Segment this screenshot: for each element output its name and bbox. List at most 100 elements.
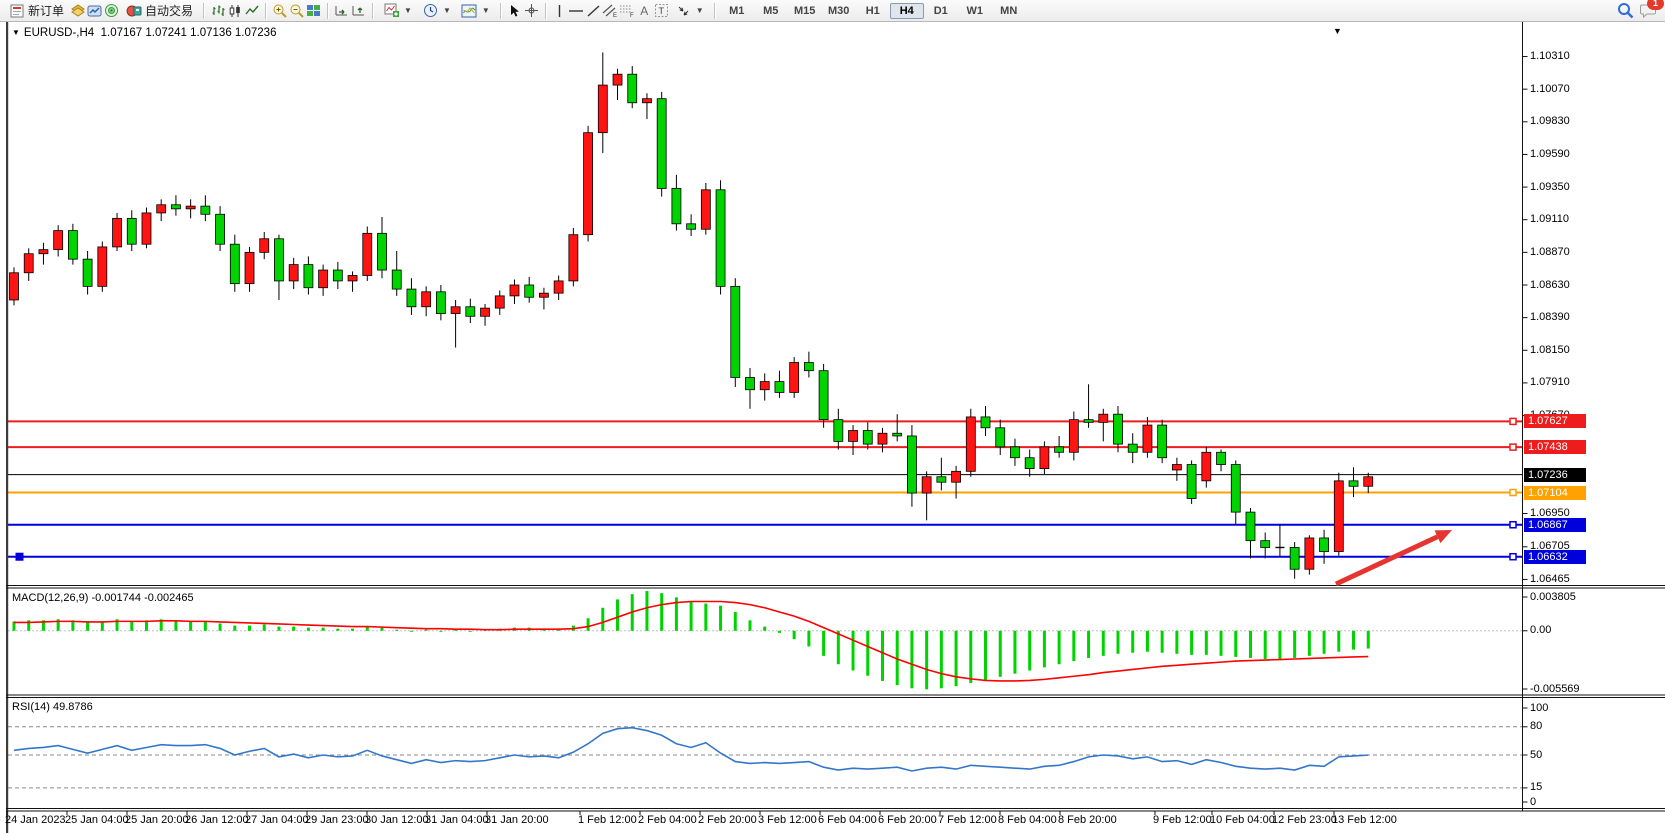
hline-handle[interactable] (1510, 418, 1516, 424)
candle-body (804, 363, 813, 371)
indicators-button[interactable]: ▼ (378, 0, 417, 21)
timeframe-w1[interactable]: W1 (958, 3, 992, 19)
candle-body (510, 285, 519, 296)
cursor-icon[interactable] (506, 2, 523, 19)
candle-body (613, 74, 622, 85)
candle-body (849, 431, 858, 442)
candlestick-mode-icon[interactable] (226, 2, 243, 19)
hline-handle[interactable] (1510, 522, 1516, 528)
timeframe-h1[interactable]: H1 (856, 3, 890, 19)
strategy-tester-icon[interactable] (103, 2, 120, 19)
annotation-arrow-shaft[interactable] (1336, 537, 1437, 584)
market-watch-icon[interactable] (69, 2, 86, 19)
macd-histogram-bar (1264, 631, 1267, 659)
timeframe-m1[interactable]: M1 (720, 3, 754, 19)
candle-body (1231, 465, 1240, 513)
candle-body (642, 99, 651, 103)
hline-handle[interactable] (16, 553, 23, 560)
text-label-tool-icon[interactable]: T (653, 2, 670, 19)
candle-body (981, 417, 990, 428)
macd-histogram-bar (1161, 631, 1164, 653)
chart-canvas[interactable] (0, 0, 1665, 833)
timeframe-m30[interactable]: M30 (822, 3, 856, 19)
zoom-out-icon[interactable] (288, 2, 305, 19)
timeframe-m15[interactable]: M15 (788, 3, 822, 19)
periods-button[interactable]: ▼ (417, 0, 456, 21)
macd-histogram-bar (469, 631, 472, 632)
line-chart-mode-icon[interactable] (243, 2, 260, 19)
candle-body (333, 270, 342, 281)
macd-histogram-bar (1013, 631, 1016, 674)
fibonacci-tool-icon[interactable]: F (619, 2, 636, 19)
macd-histogram-bar (1352, 631, 1355, 650)
hline-handle[interactable] (1510, 554, 1516, 560)
macd-histogram-bar (292, 627, 295, 631)
macd-histogram-bar (1308, 631, 1311, 656)
timeframe-m5[interactable]: M5 (754, 3, 788, 19)
candle-body (289, 265, 298, 281)
vertical-line-tool-icon[interactable] (551, 2, 568, 19)
chart-shift-icon[interactable] (350, 2, 367, 19)
tile-windows-icon[interactable] (305, 2, 322, 19)
macd-histogram-bar (984, 631, 987, 680)
data-window-icon[interactable] (86, 2, 103, 19)
candle-body (746, 377, 755, 389)
macd-histogram-bar (130, 621, 133, 630)
macd-histogram-bar (1175, 631, 1178, 654)
candle-body (1172, 465, 1181, 470)
candle-body (937, 477, 946, 482)
macd-histogram-bar (763, 627, 766, 631)
macd-histogram-bar (248, 626, 251, 631)
search-icon[interactable] (1617, 2, 1634, 19)
macd-histogram-bar (955, 631, 958, 686)
arrows-tool-button[interactable]: ▼ (670, 0, 709, 21)
candle-body (495, 296, 504, 308)
macd-histogram-bar (1072, 631, 1075, 661)
auto-scroll-icon[interactable] (333, 2, 350, 19)
bar-chart-mode-icon[interactable] (209, 2, 226, 19)
macd-histogram-bar (351, 629, 354, 631)
macd-histogram-bar (307, 628, 310, 631)
auto-trading-button[interactable]: 自动交易 (120, 0, 198, 21)
zoom-in-icon[interactable] (271, 2, 288, 19)
macd-histogram-bar (837, 631, 840, 664)
macd-histogram-bar (336, 629, 339, 631)
trendline-tool-icon[interactable] (585, 2, 602, 19)
timeframe-d1[interactable]: D1 (924, 3, 958, 19)
candle-body (760, 382, 769, 390)
hline-handle[interactable] (1510, 490, 1516, 496)
arrows-caret: ▼ (696, 6, 704, 15)
candle-body (775, 382, 784, 393)
candle-body (790, 363, 799, 393)
timeframe-mn[interactable]: MN (992, 3, 1026, 19)
macd-histogram-bar (587, 618, 590, 631)
macd-histogram-bar (219, 623, 222, 630)
crosshair-icon[interactable] (523, 2, 540, 19)
macd-histogram-bar (999, 631, 1002, 677)
candle-body (1128, 444, 1137, 452)
notifications-chat-icon[interactable]: 1 (1640, 2, 1657, 19)
new-order-label: 新订单 (28, 2, 64, 19)
timeframe-h4[interactable]: H4 (890, 3, 924, 19)
hline-handle[interactable] (1510, 444, 1516, 450)
equidistant-channel-tool-icon[interactable]: E (602, 2, 619, 19)
candle-body (1114, 414, 1123, 444)
macd-histogram-bar (1205, 631, 1208, 655)
candle-body (274, 239, 283, 281)
candle-body (216, 214, 225, 244)
candle-body (230, 244, 239, 283)
candle-body (1055, 447, 1064, 452)
macd-histogram-bar (1278, 631, 1281, 659)
candle-body (466, 307, 475, 317)
templates-button[interactable]: ▼ (456, 0, 495, 21)
candle-body (1364, 477, 1373, 487)
text-tool-icon[interactable]: A (636, 2, 653, 19)
candle-body (878, 433, 887, 444)
horizontal-line-tool-icon[interactable] (568, 2, 585, 19)
macd-histogram-bar (1190, 631, 1193, 655)
macd-histogram-bar (778, 631, 781, 633)
macd-histogram-bar (1323, 631, 1326, 654)
new-order-button[interactable]: 新订单 (3, 0, 69, 21)
candle-body (687, 224, 696, 229)
macd-histogram-bar (940, 631, 943, 688)
